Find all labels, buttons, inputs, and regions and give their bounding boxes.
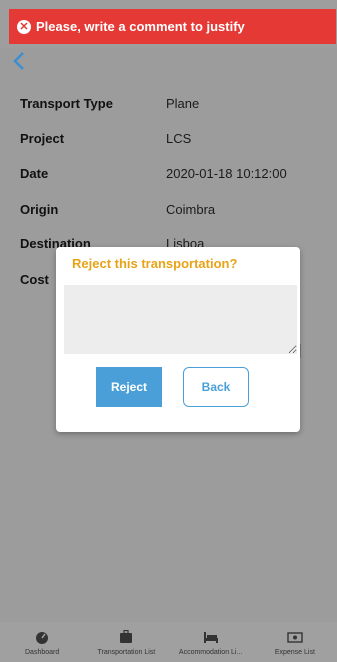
nav-item-dashboard[interactable]: Dashboard bbox=[0, 622, 84, 656]
close-circle-icon: ✕ bbox=[17, 19, 31, 34]
reject-button[interactable]: Reject bbox=[96, 367, 162, 407]
suitcase-icon bbox=[120, 630, 133, 643]
nav-label: Accommodation Li... bbox=[178, 649, 243, 656]
detail-label: Date bbox=[20, 166, 49, 181]
detail-row-date: Date 2020-01-18 10:12:00 bbox=[20, 166, 336, 188]
detail-value: Plane bbox=[166, 96, 200, 111]
detail-label: Project bbox=[20, 131, 65, 146]
detail-row-project: Project LCS bbox=[20, 131, 336, 153]
nav-item-transportation-list[interactable]: Transportation List bbox=[84, 622, 168, 656]
back-arrow-icon[interactable] bbox=[10, 49, 30, 73]
reject-dialog: Reject this transportation? Reject Back bbox=[56, 247, 300, 432]
dashboard-icon bbox=[36, 632, 49, 644]
comment-input[interactable] bbox=[64, 285, 297, 354]
detail-label: Cost bbox=[20, 272, 49, 287]
bed-icon bbox=[203, 632, 218, 643]
back-button[interactable]: Back bbox=[183, 367, 249, 407]
detail-row-origin: Origin Coimbra bbox=[20, 202, 336, 224]
detail-value: LCS bbox=[166, 131, 192, 146]
detail-label: Transport Type bbox=[20, 96, 113, 111]
detail-label: Origin bbox=[20, 202, 59, 217]
error-message: Please, write a comment to justify bbox=[36, 19, 245, 34]
nav-label: Expense List bbox=[274, 649, 315, 656]
money-icon bbox=[287, 632, 303, 643]
detail-row-transport-type: Transport Type Plane bbox=[20, 96, 336, 118]
nav-label: Dashboard bbox=[25, 649, 60, 656]
bottom-navigation: Dashboard Transportation List Accommodat… bbox=[0, 622, 337, 662]
detail-value: Coimbra bbox=[166, 202, 216, 217]
error-banner: ✕ Please, write a comment to justify bbox=[9, 9, 336, 44]
nav-item-accommodation-list[interactable]: Accommodation Li... bbox=[169, 622, 253, 656]
nav-label: Transportation List bbox=[97, 649, 156, 656]
detail-value: 2020-01-18 10:12:00 bbox=[166, 166, 287, 181]
nav-item-expense-list[interactable]: Expense List bbox=[253, 622, 337, 656]
dialog-title: Reject this transportation? bbox=[72, 256, 238, 271]
